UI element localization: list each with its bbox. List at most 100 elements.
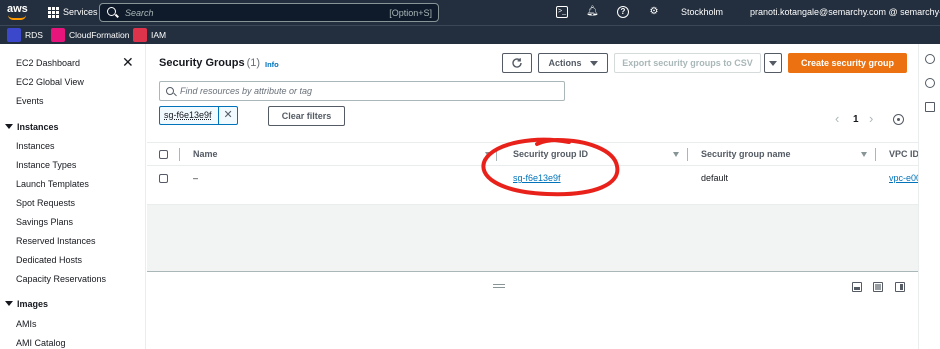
column-header-security-group-id[interactable]: Security group ID xyxy=(513,149,588,159)
info-link[interactable]: Info xyxy=(265,60,279,69)
column-header-security-group-name[interactable]: Security group name xyxy=(701,149,791,159)
select-all-checkbox[interactable] xyxy=(159,150,168,159)
aws-logo-text: aws xyxy=(7,3,28,15)
details-split-panel xyxy=(147,271,918,349)
sidebar-item-spot-requests[interactable]: Spot Requests xyxy=(16,198,75,208)
favorite-label: RDS xyxy=(25,30,43,40)
filter-token-label[interactable]: sg-f6e13e9f xyxy=(160,107,220,124)
remove-filter-icon[interactable]: ✕ xyxy=(219,107,237,124)
search-icon xyxy=(166,87,174,95)
services-grid-icon[interactable] xyxy=(48,7,59,18)
column-divider[interactable] xyxy=(496,148,497,161)
actions-label: Actions xyxy=(548,58,582,68)
search-shortcut-hint: [Option+S] xyxy=(389,8,432,18)
sidebar-item-dedicated-hosts[interactable]: Dedicated Hosts xyxy=(16,255,82,265)
favorite-label: IAM xyxy=(151,30,167,40)
favorites-bar: RDS CloudFormation IAM xyxy=(0,25,940,44)
panel-bottom-icon[interactable] xyxy=(852,282,862,292)
export-csv-button[interactable]: Export security groups to CSV xyxy=(614,53,761,73)
table-empty-area xyxy=(147,204,918,271)
column-divider[interactable] xyxy=(875,148,876,161)
services-menu-button[interactable]: Services xyxy=(63,7,98,17)
favorite-label: CloudFormation xyxy=(69,30,130,40)
page-number[interactable]: 1 xyxy=(853,114,859,125)
favorite-rds[interactable]: RDS xyxy=(7,28,43,42)
main-content: Security Groups (1) Info Actions Export s… xyxy=(147,44,921,349)
panel-side-icon[interactable] xyxy=(895,282,905,292)
right-utility-rail xyxy=(918,44,940,349)
cloudshell-icon[interactable]: >_ xyxy=(556,6,568,18)
bell-icon[interactable]: 🔔︎ xyxy=(586,6,599,18)
sidebar-item-reserved-instances[interactable]: Reserved Instances xyxy=(16,236,96,246)
vpc-id-link[interactable]: vpc-e00 xyxy=(889,173,921,183)
sort-icon[interactable] xyxy=(861,152,867,157)
section-title: Instances xyxy=(17,122,59,132)
previous-page-icon[interactable]: ‹ xyxy=(835,111,839,126)
sidebar-item-amis[interactable]: AMIs xyxy=(16,319,37,329)
table-settings-icon[interactable] xyxy=(893,114,904,125)
aws-logo[interactable]: aws xyxy=(7,3,29,21)
sidebar-item-ami-catalog[interactable]: AMI Catalog xyxy=(16,338,66,348)
sidebar-item-ec2-dashboard[interactable]: EC2 Dashboard xyxy=(16,58,80,68)
page-title-text: Security Groups xyxy=(159,57,245,69)
column-header-vpc-id[interactable]: VPC ID xyxy=(889,149,919,159)
aws-smile-icon xyxy=(8,15,26,20)
search-placeholder: Search xyxy=(125,8,154,18)
sidebar-item-savings-plans[interactable]: Savings Plans xyxy=(16,217,73,227)
filter-input[interactable] xyxy=(180,84,560,98)
region-selector[interactable]: Stockholm xyxy=(681,7,723,17)
panel-full-icon[interactable] xyxy=(873,282,883,292)
close-sidebar-icon[interactable]: ✕ xyxy=(122,55,134,69)
cell-name: – xyxy=(193,173,199,183)
resize-handle-icon[interactable] xyxy=(493,284,505,288)
account-menu[interactable]: pranoti.kotangale@semarchy.com @ semarch… xyxy=(750,7,940,17)
sidebar-item-capacity-reservations[interactable]: Capacity Reservations xyxy=(16,274,106,284)
table-header: Name Security group ID Security group na… xyxy=(147,142,919,166)
create-security-group-button[interactable]: Create security group xyxy=(788,53,907,73)
sidebar-item-events[interactable]: Events xyxy=(16,96,44,106)
gear-icon[interactable]: ⚙ xyxy=(648,6,660,18)
rds-icon xyxy=(7,28,21,42)
page-title: Security Groups (1) xyxy=(159,57,260,69)
sidebar-section-images[interactable]: Images xyxy=(5,299,48,309)
column-divider[interactable] xyxy=(687,148,688,161)
caret-down-icon xyxy=(769,60,777,66)
export-dropdown-button[interactable] xyxy=(764,53,782,73)
security-group-id-link[interactable]: sg-f6e13e9f xyxy=(513,173,561,183)
favorite-iam[interactable]: IAM xyxy=(133,28,166,42)
favorite-cloudformation[interactable]: CloudFormation xyxy=(51,28,129,42)
column-divider xyxy=(179,148,180,161)
row-checkbox[interactable] xyxy=(159,174,168,183)
help-icon[interactable]: ? xyxy=(617,6,629,18)
refresh-icon xyxy=(512,58,522,68)
filter-search-field[interactable] xyxy=(159,81,565,101)
sort-icon[interactable] xyxy=(673,152,679,157)
settings-panel-icon[interactable] xyxy=(925,78,935,88)
table-row[interactable]: – sg-f6e13e9f default vpc-e00 xyxy=(147,166,921,190)
global-search-input[interactable]: Search [Option+S] xyxy=(99,3,439,22)
security-groups-table-container: Security Groups (1) Info Actions Export s… xyxy=(147,44,921,204)
expand-triangle-icon xyxy=(5,124,13,129)
next-page-icon[interactable]: › xyxy=(869,111,873,126)
top-navigation-bar: aws Services Search [Option+S] >_ 🔔︎ ? ⚙… xyxy=(0,0,940,25)
sidebar-item-ec2-global-view[interactable]: EC2 Global View xyxy=(16,77,84,87)
sidebar-section-instances[interactable]: Instances xyxy=(5,122,59,132)
info-panel-icon[interactable] xyxy=(925,54,935,64)
feedback-icon[interactable] xyxy=(925,102,935,112)
expand-triangle-icon xyxy=(5,301,13,306)
iam-icon xyxy=(133,28,147,42)
item-count: (1) xyxy=(246,57,261,69)
cloudformation-icon xyxy=(51,28,65,42)
column-header-name[interactable]: Name xyxy=(193,149,218,159)
search-icon xyxy=(107,7,116,16)
sidebar-item-instances[interactable]: Instances xyxy=(16,141,55,151)
refresh-button[interactable] xyxy=(502,53,532,73)
sort-icon[interactable] xyxy=(485,152,491,157)
ec2-sidebar: ✕ EC2 Dashboard EC2 Global View Events I… xyxy=(0,44,146,349)
sidebar-item-instance-types[interactable]: Instance Types xyxy=(16,160,76,170)
caret-down-icon xyxy=(589,60,598,66)
sidebar-item-launch-templates[interactable]: Launch Templates xyxy=(16,179,89,189)
clear-filters-button[interactable]: Clear filters xyxy=(268,106,345,126)
cell-security-group-name: default xyxy=(701,173,729,183)
actions-dropdown-button[interactable]: Actions xyxy=(538,53,608,73)
